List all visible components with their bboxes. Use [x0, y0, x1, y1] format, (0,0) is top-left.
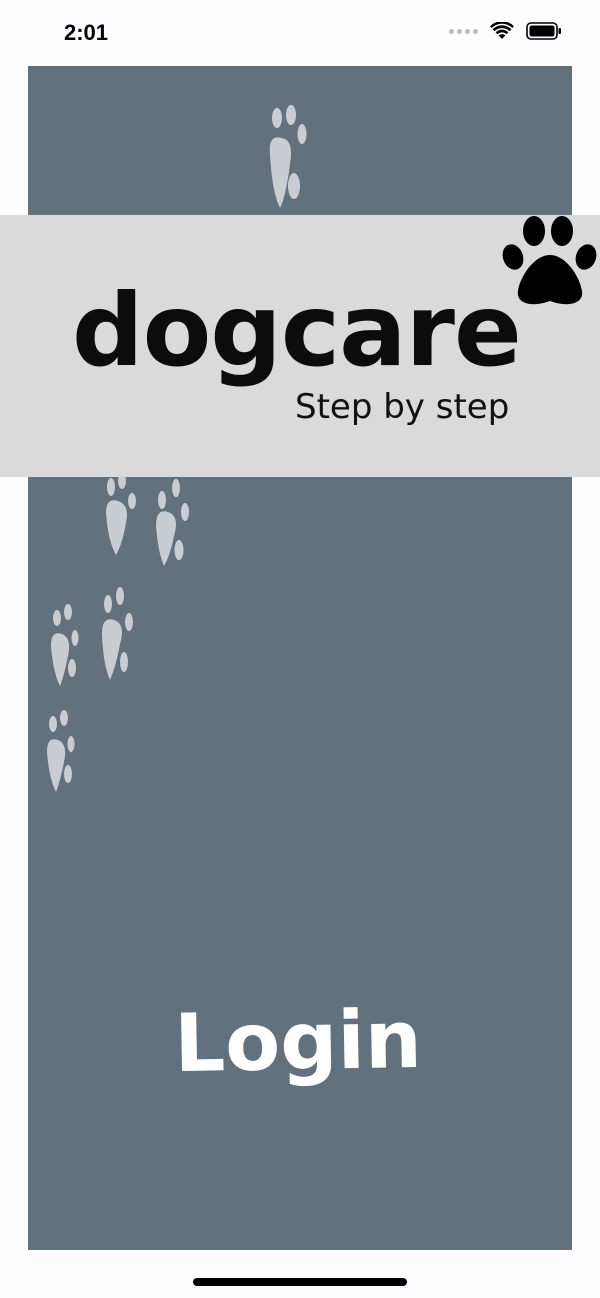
battery-icon [526, 22, 561, 40]
paw-print-icon [106, 473, 136, 555]
wifi-icon [490, 22, 514, 39]
paw-print-icon [269, 105, 307, 208]
login-button[interactable]: Login [147, 973, 449, 1108]
paw-print-icon [51, 604, 79, 686]
signal-dots-icon [449, 28, 478, 34]
status-icons [449, 22, 562, 40]
paw-print-icon [156, 479, 189, 566]
home-indicator [193, 1278, 407, 1286]
paw-print-icon [102, 587, 133, 680]
paw-icon [502, 216, 597, 305]
status-bar: 2:01 [0, 0, 600, 66]
paw-print-icon [47, 710, 75, 792]
brand-banner: dogcare Step by step [0, 215, 600, 477]
brand-name: dogcare [72, 272, 522, 389]
status-time: 2:01 [64, 20, 109, 45]
brand-tagline: Step by step [295, 387, 510, 427]
